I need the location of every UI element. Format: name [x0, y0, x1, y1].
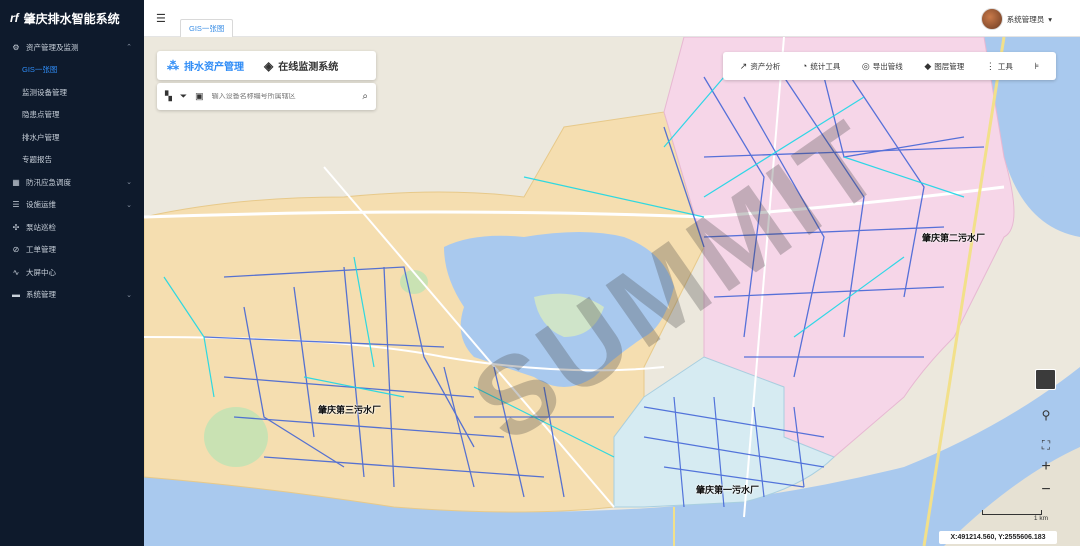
sidebar-item-pump-inspection[interactable]: ✣ 泵站巡检	[0, 216, 144, 239]
asset-analysis-button[interactable]: ↗ 资产分析	[740, 61, 781, 72]
sidebar-item-label: 系统管理	[26, 290, 56, 300]
more-vertical-icon: ⋮	[985, 60, 995, 71]
tab-label: 排水资产管理	[184, 62, 244, 73]
user-name: 系统管理员	[1006, 14, 1045, 24]
tab-label: 在线监测系统	[278, 62, 339, 73]
tool-label: 工具	[997, 61, 1013, 71]
sidebar-item-hazard-management[interactable]: 隐患点管理	[0, 104, 144, 127]
align-icon: ⊧	[1034, 60, 1040, 71]
sidebar-item-device-management[interactable]: 监测设备管理	[0, 81, 144, 104]
sidebar-item-label: 设施运维	[26, 200, 56, 210]
sidebar-item-work-orders[interactable]: ⊘ 工单管理	[0, 239, 144, 262]
plant-label-1: 肇庆第一污水厂	[696, 485, 760, 495]
tab-gis-map[interactable]: GIS一张图	[180, 19, 234, 37]
basemap-switch-button[interactable]	[1035, 369, 1056, 390]
scale-bar: 1 km	[982, 510, 1048, 524]
tool-label: 统计工具	[810, 61, 841, 71]
sidebar-item-label: 大屏中心	[26, 267, 56, 277]
sidebar-item-label: 防汛应急调度	[26, 177, 71, 187]
sidebar-item-gis-map[interactable]: GIS一张图	[0, 59, 144, 82]
sidebar-menu: ⚙ 资产管理及监测 ⌃ GIS一张图 监测设备管理 隐患点管理 排水户管理 专题报告…	[0, 36, 144, 306]
tab-asset-management[interactable]: ⁂ 排水资产管理	[157, 51, 254, 80]
zoom-out-button[interactable]: −	[1035, 479, 1057, 501]
chart-line-icon: ↗	[739, 60, 748, 71]
system-switcher: ⁂ 排水资产管理 ◈ 在线监测系统	[157, 51, 376, 80]
list-icon: ☰	[12, 200, 20, 210]
tab-online-monitoring[interactable]: ◈ 在线监测系统	[254, 51, 348, 80]
sidebar-item-label: 工单管理	[26, 245, 56, 255]
grid-view-icon[interactable]: ▚	[165, 91, 172, 102]
globe-icon: ◎	[861, 60, 870, 71]
stats-tool-button[interactable]: ◔ 统计工具	[802, 61, 840, 72]
plant-label-3: 肇庆第三污水厂	[318, 405, 382, 415]
app-logo: rf	[10, 11, 19, 25]
sidebar-item-label: 专题报告	[22, 155, 52, 165]
sidebar-item-facility-ops[interactable]: ☰ 设施运维 ⌄	[0, 194, 144, 217]
avatar	[980, 8, 1003, 30]
filter-icon[interactable]: ⏷	[180, 91, 187, 102]
sidebar-item-flood-dispatch[interactable]: ▦ 防汛应急调度 ⌄	[0, 171, 144, 194]
pulse-icon: ∿	[12, 267, 20, 277]
monitor-diamond-icon: ◈	[264, 58, 274, 73]
sidebar-item-label: 资产管理及监测	[26, 42, 79, 52]
sidebar-item-label: 监测设备管理	[22, 87, 67, 97]
zoom-in-button[interactable]: +	[1035, 456, 1057, 478]
chevron-down-icon: ⌄	[126, 201, 132, 209]
map-toolbar: ↗ 资产分析 ◔ 统计工具 ◎ 导出管线 ◆ 图层管理 ⋮ 工具 ⊧	[723, 52, 1056, 80]
coordinate-readout: X:491214.560, Y:2555606.183	[939, 531, 1057, 544]
sidebar-item-label: 泵站巡检	[26, 222, 56, 232]
map-canvas[interactable]: SUMMIT 肇庆第二污水厂 肇庆第三污水厂 肇庆第一污水厂	[144, 37, 1080, 546]
menu-toggle-icon[interactable]: ☰	[156, 12, 166, 25]
sidebar-item-label: 隐患点管理	[22, 110, 60, 120]
collapse-toolbar-button[interactable]: ⊧	[1034, 61, 1039, 72]
sidebar-item-asset-monitoring[interactable]: ⚙ 资产管理及监测 ⌃	[0, 36, 144, 59]
sidebar-item-system[interactable]: ▬ 系统管理 ⌄	[0, 284, 144, 307]
layers-icon: ◆	[924, 60, 932, 71]
pie-chart-icon: ◔	[801, 61, 808, 71]
gear-icon: ⚙	[12, 42, 20, 52]
sidebar-item-drainage-user[interactable]: 排水户管理	[0, 126, 144, 149]
sidebar-item-label: GIS一张图	[22, 65, 58, 75]
clip-icon: ⊘	[12, 245, 20, 255]
tool-label: 图层管理	[934, 61, 965, 71]
caret-down-icon: ▾	[1048, 14, 1052, 24]
tools-icon: ✣	[12, 222, 20, 232]
grid-icon: ▦	[12, 177, 20, 187]
scale-label: 1 km	[1033, 515, 1048, 522]
layer-management-button[interactable]: ◆ 图层管理	[924, 61, 964, 72]
scan-icon[interactable]: ▣	[195, 91, 204, 102]
sidebar-item-dashboard[interactable]: ∿ 大屏中心	[0, 261, 144, 284]
tool-label: 导出管线	[872, 61, 903, 71]
user-menu[interactable]: 系统管理员 ▾	[980, 8, 1052, 30]
tools-button[interactable]: ⋮ 工具	[986, 61, 1013, 72]
sidebar: rf 肇庆排水智能系统 ⚙ 资产管理及监测 ⌃ GIS一张图 监测设备管理 隐患点管…	[0, 0, 144, 546]
search-input[interactable]	[211, 93, 355, 100]
export-pipe-button[interactable]: ◎ 导出管线	[862, 61, 903, 72]
search-icon[interactable]: ⌕	[362, 91, 368, 102]
location-pin-icon[interactable]: ⚲	[1035, 404, 1057, 426]
sidebar-item-reports[interactable]: 专题报告	[0, 149, 144, 172]
chevron-down-icon: ⌄	[126, 291, 132, 299]
top-bar: ☰ GIS一张图 系统管理员 ▾	[144, 0, 1080, 37]
fullscreen-icon[interactable]: ⛶	[1035, 434, 1057, 456]
chevron-up-icon: ⌃	[126, 44, 132, 52]
search-bar: ▚ ⏷ ▣ ⌕	[157, 83, 376, 110]
asset-nodes-icon: ⁂	[167, 58, 179, 73]
sidebar-item-label: 排水户管理	[22, 132, 60, 142]
chevron-down-icon: ⌄	[126, 179, 132, 187]
tool-label: 资产分析	[750, 61, 781, 71]
plant-label-2: 肇庆第二污水厂	[922, 233, 986, 243]
app-brand[interactable]: rf 肇庆排水智能系统	[0, 0, 144, 36]
monitor-icon: ▬	[12, 290, 20, 300]
app-title: 肇庆排水智能系统	[23, 11, 120, 26]
